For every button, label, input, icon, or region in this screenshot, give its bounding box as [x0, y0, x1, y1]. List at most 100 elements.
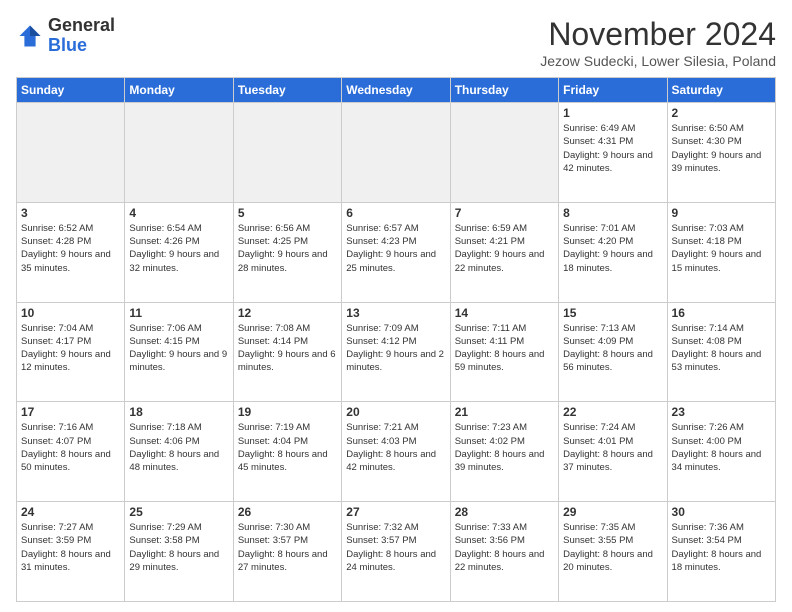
- calendar-cell: 8 Sunrise: 7:01 AMSunset: 4:20 PMDaylight…: [559, 202, 667, 302]
- calendar-week-row: 10 Sunrise: 7:04 AMSunset: 4:17 PMDayligh…: [17, 302, 776, 402]
- day-info: Sunrise: 7:08 AMSunset: 4:14 PMDaylight:…: [238, 322, 337, 375]
- day-info: Sunrise: 6:59 AMSunset: 4:21 PMDaylight:…: [455, 222, 554, 275]
- calendar-cell: 13 Sunrise: 7:09 AMSunset: 4:12 PMDayligh…: [342, 302, 450, 402]
- day-info: Sunrise: 7:11 AMSunset: 4:11 PMDaylight:…: [455, 322, 554, 375]
- day-info: Sunrise: 6:56 AMSunset: 4:25 PMDaylight:…: [238, 222, 337, 275]
- day-info: Sunrise: 6:57 AMSunset: 4:23 PMDaylight:…: [346, 222, 445, 275]
- calendar-cell: [342, 103, 450, 203]
- page: General Blue November 2024 Jezow Sudecki…: [0, 0, 792, 612]
- day-info: Sunrise: 6:52 AMSunset: 4:28 PMDaylight:…: [21, 222, 120, 275]
- day-info: Sunrise: 7:19 AMSunset: 4:04 PMDaylight:…: [238, 421, 337, 474]
- calendar-cell: 16Sunrise: 7:14 AMSunset: 4:08 PMDayligh…: [667, 302, 775, 402]
- day-info: Sunrise: 6:49 AMSunset: 4:31 PMDaylight:…: [563, 122, 662, 175]
- day-info: Sunrise: 6:50 AMSunset: 4:30 PMDaylight:…: [672, 122, 771, 175]
- weekday-header: Tuesday: [233, 78, 341, 103]
- day-info: Sunrise: 6:54 AMSunset: 4:26 PMDaylight:…: [129, 222, 228, 275]
- calendar-cell: 15 Sunrise: 7:13 AMSunset: 4:09 PMDayligh…: [559, 302, 667, 402]
- calendar-cell: 1 Sunrise: 6:49 AMSunset: 4:31 PMDaylight…: [559, 103, 667, 203]
- calendar-header-row: SundayMondayTuesdayWednesdayThursdayFrid…: [17, 78, 776, 103]
- day-number: 18: [129, 405, 228, 419]
- calendar-cell: 7Sunrise: 6:59 AMSunset: 4:21 PMDaylight…: [450, 202, 558, 302]
- weekday-header: Saturday: [667, 78, 775, 103]
- calendar-cell: 19 Sunrise: 7:19 AMSunset: 4:04 PMDayligh…: [233, 402, 341, 502]
- day-number: 17: [21, 405, 120, 419]
- calendar-cell: 6 Sunrise: 6:57 AMSunset: 4:23 PMDaylight…: [342, 202, 450, 302]
- calendar-cell: 22Sunrise: 7:24 AMSunset: 4:01 PMDayligh…: [559, 402, 667, 502]
- day-number: 2: [672, 106, 771, 120]
- calendar-week-row: 17 Sunrise: 7:16 AMSunset: 4:07 PMDayligh…: [17, 402, 776, 502]
- day-number: 21: [455, 405, 554, 419]
- calendar-cell: 29Sunrise: 7:35 AMSunset: 3:55 PMDayligh…: [559, 502, 667, 602]
- calendar-cell: 14 Sunrise: 7:11 AMSunset: 4:11 PMDayligh…: [450, 302, 558, 402]
- calendar-cell: [233, 103, 341, 203]
- day-number: 28: [455, 505, 554, 519]
- calendar-cell: 27 Sunrise: 7:32 AMSunset: 3:57 PMDayligh…: [342, 502, 450, 602]
- calendar-cell: 30 Sunrise: 7:36 AMSunset: 3:54 PMDayligh…: [667, 502, 775, 602]
- title-block: November 2024 Jezow Sudecki, Lower Siles…: [540, 16, 776, 69]
- calendar-cell: 23 Sunrise: 7:26 AMSunset: 4:00 PMDayligh…: [667, 402, 775, 502]
- day-number: 10: [21, 306, 120, 320]
- calendar-cell: 28 Sunrise: 7:33 AMSunset: 3:56 PMDayligh…: [450, 502, 558, 602]
- day-info: Sunrise: 7:14 AMSunset: 4:08 PMDaylight:…: [672, 322, 771, 375]
- day-number: 9: [672, 206, 771, 220]
- day-info: Sunrise: 7:24 AMSunset: 4:01 PMDaylight:…: [563, 421, 662, 474]
- calendar-week-row: 24Sunrise: 7:27 AMSunset: 3:59 PMDayligh…: [17, 502, 776, 602]
- day-number: 23: [672, 405, 771, 419]
- day-info: Sunrise: 7:09 AMSunset: 4:12 PMDaylight:…: [346, 322, 445, 375]
- day-number: 1: [563, 106, 662, 120]
- day-number: 12: [238, 306, 337, 320]
- day-info: Sunrise: 7:33 AMSunset: 3:56 PMDaylight:…: [455, 521, 554, 574]
- day-info: Sunrise: 7:21 AMSunset: 4:03 PMDaylight:…: [346, 421, 445, 474]
- day-info: Sunrise: 7:18 AMSunset: 4:06 PMDaylight:…: [129, 421, 228, 474]
- day-info: Sunrise: 7:03 AMSunset: 4:18 PMDaylight:…: [672, 222, 771, 275]
- calendar-cell: 25 Sunrise: 7:29 AMSunset: 3:58 PMDayligh…: [125, 502, 233, 602]
- header: General Blue November 2024 Jezow Sudecki…: [16, 16, 776, 69]
- calendar-cell: 11Sunrise: 7:06 AMSunset: 4:15 PMDayligh…: [125, 302, 233, 402]
- day-info: Sunrise: 7:01 AMSunset: 4:20 PMDaylight:…: [563, 222, 662, 275]
- calendar-week-row: 3 Sunrise: 6:52 AMSunset: 4:28 PMDaylight…: [17, 202, 776, 302]
- calendar-cell: 18 Sunrise: 7:18 AMSunset: 4:06 PMDayligh…: [125, 402, 233, 502]
- calendar-cell: 9 Sunrise: 7:03 AMSunset: 4:18 PMDaylight…: [667, 202, 775, 302]
- day-info: Sunrise: 7:04 AMSunset: 4:17 PMDaylight:…: [21, 322, 120, 375]
- calendar-cell: 2 Sunrise: 6:50 AMSunset: 4:30 PMDaylight…: [667, 103, 775, 203]
- day-number: 25: [129, 505, 228, 519]
- calendar-body: 1 Sunrise: 6:49 AMSunset: 4:31 PMDaylight…: [17, 103, 776, 602]
- day-info: Sunrise: 7:06 AMSunset: 4:15 PMDaylight:…: [129, 322, 228, 375]
- day-info: Sunrise: 7:29 AMSunset: 3:58 PMDaylight:…: [129, 521, 228, 574]
- weekday-header: Monday: [125, 78, 233, 103]
- calendar-cell: 3 Sunrise: 6:52 AMSunset: 4:28 PMDaylight…: [17, 202, 125, 302]
- day-number: 19: [238, 405, 337, 419]
- calendar-cell: [125, 103, 233, 203]
- day-info: Sunrise: 7:16 AMSunset: 4:07 PMDaylight:…: [21, 421, 120, 474]
- location-subtitle: Jezow Sudecki, Lower Silesia, Poland: [540, 53, 776, 69]
- day-number: 13: [346, 306, 445, 320]
- day-number: 3: [21, 206, 120, 220]
- day-info: Sunrise: 7:13 AMSunset: 4:09 PMDaylight:…: [563, 322, 662, 375]
- day-number: 15: [563, 306, 662, 320]
- weekday-header: Thursday: [450, 78, 558, 103]
- day-info: Sunrise: 7:36 AMSunset: 3:54 PMDaylight:…: [672, 521, 771, 574]
- day-info: Sunrise: 7:26 AMSunset: 4:00 PMDaylight:…: [672, 421, 771, 474]
- calendar-cell: 5Sunrise: 6:56 AMSunset: 4:25 PMDaylight…: [233, 202, 341, 302]
- logo-text: General Blue: [48, 16, 115, 56]
- day-number: 24: [21, 505, 120, 519]
- calendar-cell: 17 Sunrise: 7:16 AMSunset: 4:07 PMDayligh…: [17, 402, 125, 502]
- day-number: 14: [455, 306, 554, 320]
- calendar-cell: 26Sunrise: 7:30 AMSunset: 3:57 PMDayligh…: [233, 502, 341, 602]
- day-number: 20: [346, 405, 445, 419]
- calendar-cell: [450, 103, 558, 203]
- day-number: 4: [129, 206, 228, 220]
- day-number: 26: [238, 505, 337, 519]
- day-number: 30: [672, 505, 771, 519]
- calendar-cell: [17, 103, 125, 203]
- logo-icon: [16, 22, 44, 50]
- calendar-table: SundayMondayTuesdayWednesdayThursdayFrid…: [16, 77, 776, 602]
- calendar-cell: 12 Sunrise: 7:08 AMSunset: 4:14 PMDayligh…: [233, 302, 341, 402]
- calendar-cell: 21Sunrise: 7:23 AMSunset: 4:02 PMDayligh…: [450, 402, 558, 502]
- weekday-header: Sunday: [17, 78, 125, 103]
- day-number: 8: [563, 206, 662, 220]
- day-info: Sunrise: 7:32 AMSunset: 3:57 PMDaylight:…: [346, 521, 445, 574]
- day-number: 6: [346, 206, 445, 220]
- day-number: 27: [346, 505, 445, 519]
- calendar-cell: 4 Sunrise: 6:54 AMSunset: 4:26 PMDaylight…: [125, 202, 233, 302]
